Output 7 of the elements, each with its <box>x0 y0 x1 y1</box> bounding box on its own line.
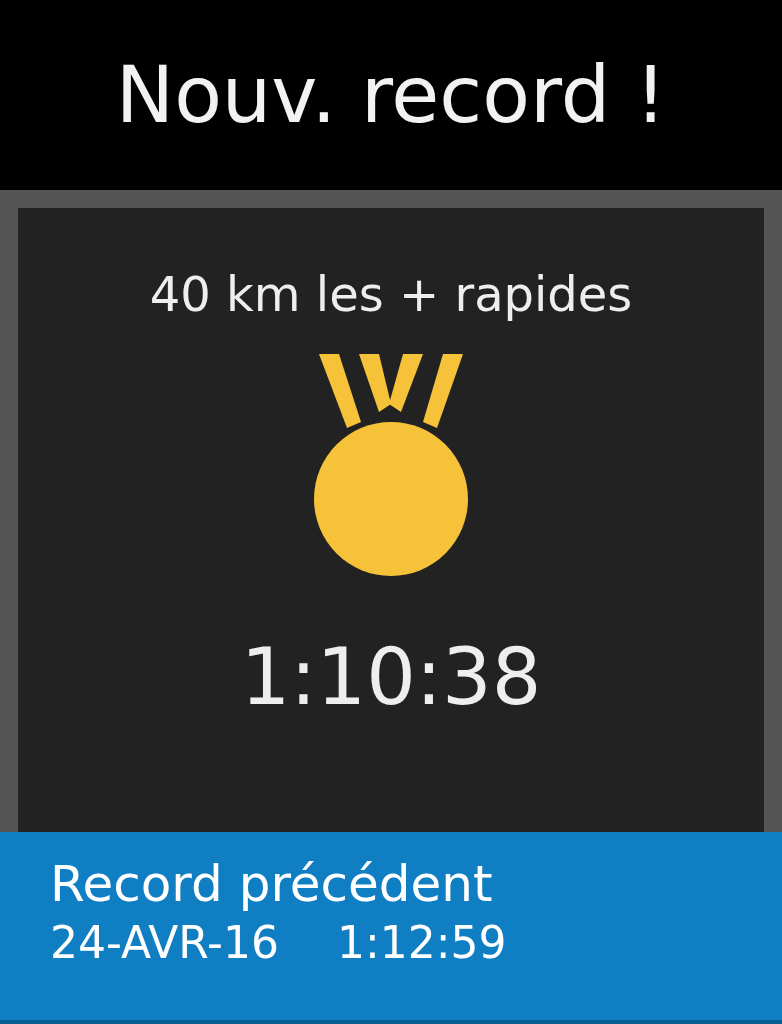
record-time: 1:10:38 <box>240 631 542 724</box>
screen-title: Nouv. record ! <box>115 48 667 142</box>
record-label: 40 km les + rapides <box>149 265 633 324</box>
previous-time: 1:12:59 <box>336 916 507 970</box>
previous-label: Record précédent <box>50 854 494 914</box>
medal-icon <box>311 354 471 579</box>
previous-date: 24-AVR-16 <box>50 916 279 970</box>
